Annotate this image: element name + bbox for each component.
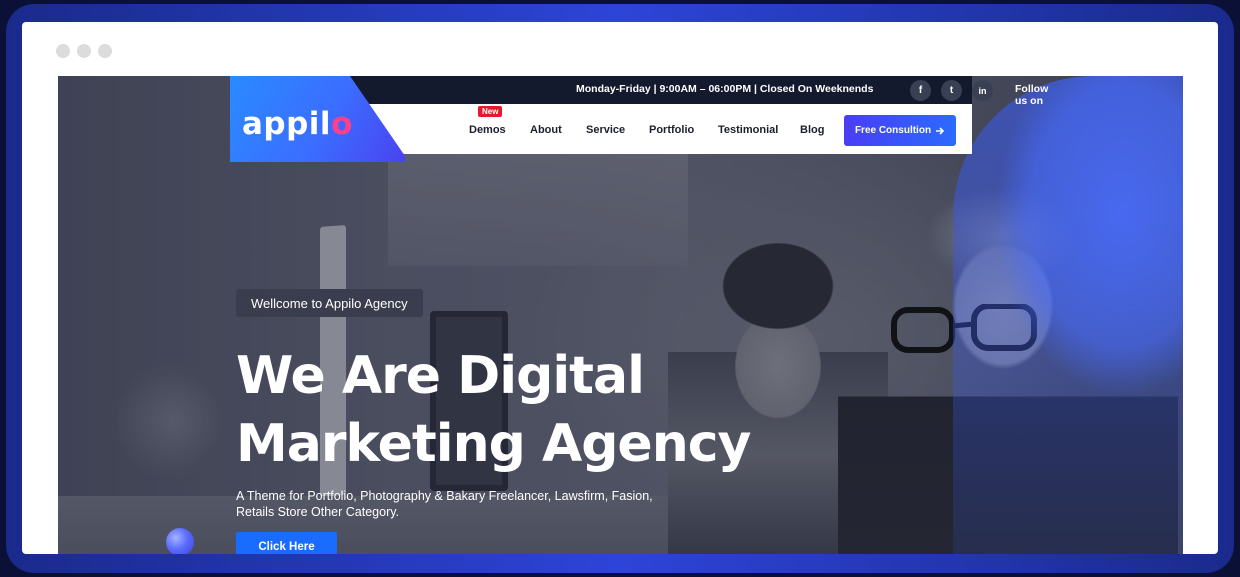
follow-us-label: Follow us on (1015, 83, 1049, 107)
blue-shape-decoration (953, 76, 1183, 554)
welcome-tag: Wellcome to Appilo Agency (236, 289, 423, 317)
window-dot-minimize[interactable] (77, 44, 91, 58)
nav-item-portfolio[interactable]: Portfolio (649, 124, 694, 136)
nav-item-demos[interactable]: Demos (469, 124, 506, 136)
twitter-icon[interactable]: t (941, 80, 962, 101)
nav-item-service[interactable]: Service (586, 124, 625, 136)
webpage-viewport: Monday-Friday | 9:00AM – 06:00PM | Close… (58, 76, 1183, 554)
arrow-right-icon (936, 126, 945, 135)
decorative-sphere (166, 528, 194, 554)
hero-title-line1: We Are Digital (236, 346, 645, 406)
hero-title-line2: Marketing Agency (236, 414, 751, 474)
site-logo[interactable]: appilo (242, 106, 353, 142)
window-controls (56, 44, 112, 58)
nav-item-about[interactable]: About (530, 124, 562, 136)
nav-item-testimonial[interactable]: Testimonial (718, 124, 778, 136)
click-here-button[interactable]: Click Here (236, 532, 337, 554)
browser-window: Monday-Friday | 9:00AM – 06:00PM | Close… (22, 22, 1218, 554)
business-hours: Monday-Friday | 9:00AM – 06:00PM | Close… (576, 83, 874, 95)
window-dot-maximize[interactable] (98, 44, 112, 58)
window-dot-close[interactable] (56, 44, 70, 58)
linkedin-icon[interactable]: in (972, 80, 993, 101)
logo-text-accent: o (331, 106, 353, 142)
logo-text-main: appil (242, 106, 332, 142)
nav-item-blog[interactable]: Blog (800, 124, 824, 136)
new-badge: New (478, 106, 503, 117)
facebook-icon[interactable]: f (910, 80, 931, 101)
top-info-bar: Monday-Friday | 9:00AM – 06:00PM | Close… (266, 76, 1048, 107)
hero-title: We Are Digital Marketing Agency (236, 342, 751, 478)
hero-subtitle: A Theme for Portfolio, Photography & Bak… (236, 489, 653, 519)
free-consultation-button[interactable]: Free Consultion (844, 115, 956, 146)
cta-label: Free Consultion (854, 125, 932, 136)
